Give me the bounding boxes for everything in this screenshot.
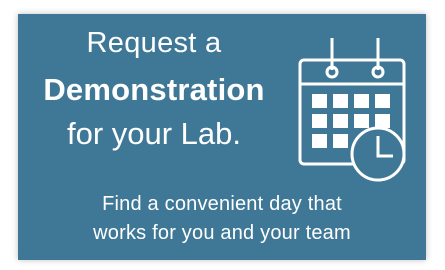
banner-subtext: Find a convenient day that works for you… [18,190,426,248]
subtext-line-2: works for you and your team [93,222,351,244]
banner-headline: Request a Demonstration for your Lab. [18,24,290,154]
headline-line-1: Request a [86,27,222,59]
calendar-clock-icon [298,38,406,182]
subtext-line-1: Find a convenient day that [102,193,342,215]
headline-line-2: Demonstration [43,72,265,107]
headline-line-3: for your Lab. [66,116,242,151]
request-demo-banner[interactable]: Request a Demonstration for your Lab. Fi… [18,14,426,260]
